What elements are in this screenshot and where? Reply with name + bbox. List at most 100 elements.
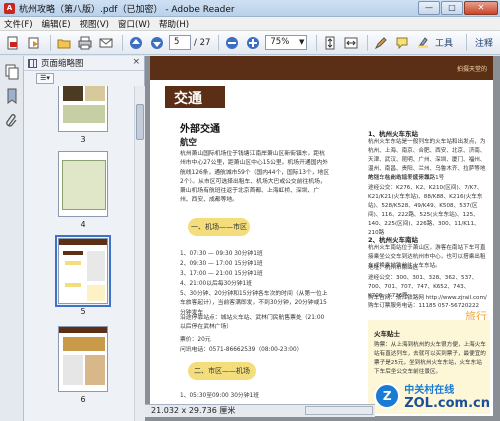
create-pdf-icon — [7, 36, 18, 49]
toolbar-separator — [50, 34, 51, 51]
sign-button[interactable] — [372, 34, 390, 52]
menu-file[interactable]: 文件(F) — [4, 18, 33, 30]
page-thumbnail-selected[interactable] — [55, 235, 111, 307]
menu-view[interactable]: 视图(V) — [80, 18, 109, 30]
menu-window[interactable]: 窗口(W) — [118, 18, 150, 30]
arrow-up-icon — [130, 36, 142, 49]
heading-air: 航空 — [180, 138, 198, 148]
panel-title: 页面缩略图 — [41, 59, 84, 69]
print-button[interactable] — [76, 34, 94, 52]
fit-width-button[interactable] — [342, 34, 360, 52]
speech-bubble-icon — [396, 37, 408, 49]
heading-east-station: 1、杭州火车东站 — [368, 130, 419, 138]
page-thumbnails-icon[interactable] — [4, 64, 20, 80]
envelope-icon — [99, 38, 113, 47]
navigation-strip — [0, 56, 24, 421]
schedule-line: 4、21:00以后每30分钟1班 — [180, 281, 253, 287]
adobe-reader-icon: A — [4, 2, 15, 14]
toolbar: 5 / 27 75% ▼ 工具 注释 — [0, 31, 500, 55]
menu-help[interactable]: 帮助(H) — [159, 18, 189, 30]
email-button[interactable] — [97, 34, 115, 52]
tip-text: 购票：从上海到杭州的火车很方便，上海火车站有直达列车，去就可以买到票子，最便宜的… — [374, 342, 486, 375]
toolbar-right: 工具 注释 — [432, 34, 496, 51]
previous-page-button[interactable] — [127, 34, 145, 52]
document-view[interactable]: 拍摄天堂的 交通 外部交通 航空 杭州萧山国际机场位于钱塘江南岸萧山区新街镇东，… — [145, 56, 500, 421]
zol-watermark: Z 中关村在线 ZOL.com.cn — [374, 381, 490, 411]
page-number-input[interactable]: 5 — [169, 35, 191, 50]
printer-icon — [78, 36, 92, 49]
zoom-value: 75% — [270, 37, 290, 47]
maximize-button[interactable]: □ — [441, 1, 463, 15]
attachments-icon[interactable] — [4, 112, 20, 128]
scrollbar-thumb[interactable] — [136, 104, 144, 140]
share-button[interactable] — [25, 34, 43, 52]
panel-header: 页面缩略图 × — [24, 56, 144, 71]
arrow-down-icon — [151, 36, 163, 49]
create-pdf-button[interactable] — [4, 34, 22, 52]
fit-page-button[interactable] — [321, 34, 339, 52]
thumbnail-panel: 页面缩略图 × ☰▾ 3 4 5 6 — [24, 56, 145, 421]
comment-button[interactable]: 注释 — [465, 34, 496, 51]
window-title: 杭州攻略（第八版）.pdf（已加密） - Adobe Reader — [19, 4, 235, 15]
heading-external-transport: 外部交通 — [180, 124, 220, 135]
tools-button[interactable]: 工具 — [432, 34, 456, 51]
page-corner-text: 拍摄天堂的 — [456, 66, 487, 73]
pen-icon — [375, 36, 388, 49]
fit-page-icon — [325, 36, 335, 49]
south-station-address: 地址：杭州市萧山区 — [368, 265, 419, 271]
zoom-in-button[interactable] — [244, 34, 262, 52]
page-thumbnail[interactable] — [58, 151, 108, 217]
thumbnail-page-number: 6 — [80, 395, 86, 404]
thumbnail-item[interactable]: 3 — [58, 86, 108, 144]
fare-text: 票价：20元 — [180, 337, 211, 343]
page-thumbnail[interactable] — [58, 326, 108, 392]
watermark-text: 中关村在线 ZOL.com.cn — [404, 381, 490, 411]
air-paragraph: 杭州萧山国际机场位于钱塘江南岸萧山区新街镇东，距杭州市中心27公里，距萧山区中心… — [180, 151, 330, 204]
thumbnail-grid-icon — [28, 58, 37, 68]
phone-text: 问讯电话：0571-86662539（08:00-23:00） — [180, 347, 303, 353]
window-controls: — □ ✕ — [418, 1, 498, 15]
thumbnail-item[interactable]: 5 — [55, 235, 111, 316]
toolbar-separator — [122, 34, 123, 51]
highlight-button[interactable] — [414, 34, 432, 52]
share-icon — [28, 37, 39, 48]
page-total: / 27 — [194, 37, 211, 48]
schedule-line: 1、07:30 — 09:30 30分钟1班 — [180, 251, 263, 257]
minus-icon — [226, 36, 239, 49]
thumbnail-scrollbar[interactable] — [134, 86, 145, 421]
zoom-select[interactable]: 75% ▼ — [265, 35, 308, 50]
thumbnail-page-number: 5 — [80, 307, 86, 316]
panel-options: ☰▾ — [24, 71, 144, 85]
folder-icon — [57, 39, 71, 48]
section-title: 交通 — [174, 91, 202, 107]
schedule-line: 3、17:00 — 21:00 15分钟1班 — [180, 271, 263, 277]
toolbar-separator — [367, 34, 369, 51]
east-station-address: 地址：杭州市江干区天城路1号 — [368, 175, 445, 181]
fit-width-icon — [344, 37, 358, 48]
next-page-button[interactable] — [148, 34, 166, 52]
schedule-line: 1、05:30至09:00 30分钟1班 — [180, 393, 259, 399]
panel-options-button[interactable]: ☰▾ — [36, 72, 54, 84]
map-thumbnail — [62, 160, 106, 210]
zoom-out-button[interactable] — [223, 34, 241, 52]
open-button[interactable] — [55, 34, 73, 52]
route-pill-city-airport: 二、市区——机场 — [188, 362, 256, 380]
close-button[interactable]: ✕ — [464, 1, 498, 15]
thumbnail-item[interactable]: 6 — [58, 326, 108, 404]
page-thumbnail[interactable] — [58, 86, 108, 132]
page-header-band — [150, 56, 493, 80]
schedule-line: 2、09:30 — 17:00 15分钟1班 — [180, 261, 263, 267]
thumbnail-page-number: 4 — [80, 220, 86, 229]
highlighter-icon — [418, 36, 429, 48]
panel-close-button[interactable]: × — [132, 57, 140, 67]
thumbnail-item[interactable]: 4 — [58, 151, 108, 229]
comment-note-button[interactable] — [393, 34, 411, 52]
east-station-bus-lines: 途经公交：K276、K2、K210(区间)、7/K7、K21/K21(火车东站)… — [368, 185, 483, 236]
horizontal-scrollbar[interactable] — [305, 406, 373, 415]
minimize-button[interactable]: — — [418, 1, 440, 15]
stops-paragraph: 沿途停靠站点：城站火车站、武林门民航售票处（21:00以后停在武林广场） — [180, 315, 325, 331]
bookmarks-icon[interactable] — [4, 88, 20, 104]
menu-edit[interactable]: 编辑(E) — [42, 18, 71, 30]
pdf-page: 拍摄天堂的 交通 外部交通 航空 杭州萧山国际机场位于钱塘江南岸萧山区新街镇东，… — [150, 56, 493, 416]
toolbar-separator — [218, 34, 220, 51]
